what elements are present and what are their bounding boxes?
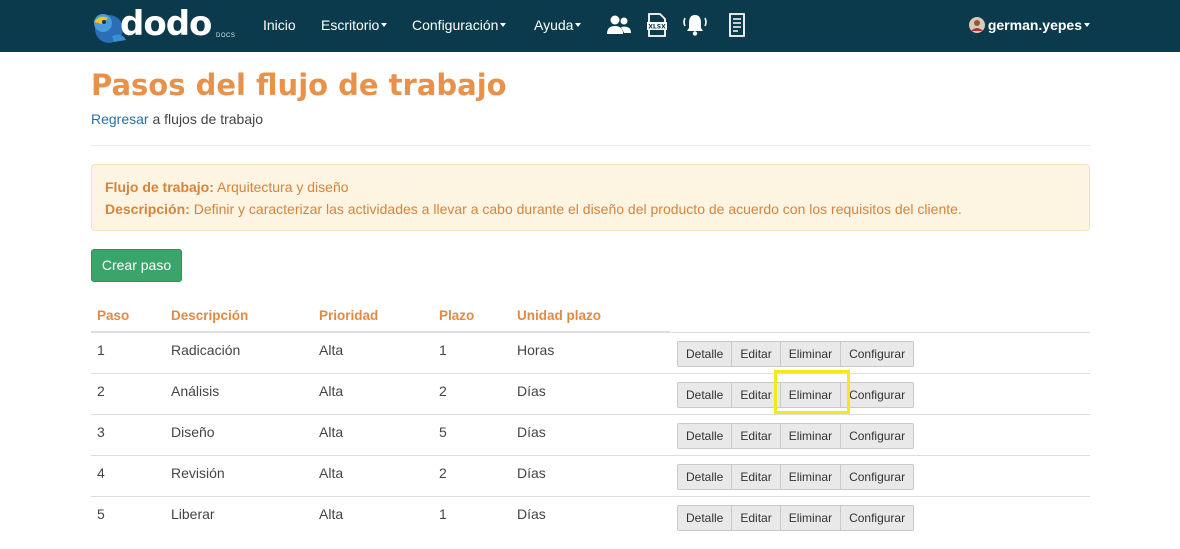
cell-plazo: 2 <box>439 383 447 399</box>
nav-ayuda[interactable]: Ayuda <box>534 0 582 52</box>
cell-paso: 4 <box>97 465 105 481</box>
header-paso: Paso <box>97 308 130 323</box>
back-line: Regresar a flujos de trabajo <box>91 111 263 127</box>
edit-button[interactable]: Editar <box>731 341 781 367</box>
detail-button[interactable]: Detalle <box>677 505 733 531</box>
workflow-info-box: Flujo de trabajo: Arquitectura y diseño … <box>91 164 1090 231</box>
cell-prioridad: Alta <box>319 424 344 440</box>
divider <box>91 145 1090 146</box>
edit-button[interactable]: Editar <box>731 505 781 531</box>
delete-button[interactable]: Eliminar <box>779 382 842 408</box>
cell-prioridad: Alta <box>319 465 344 481</box>
detail-button[interactable]: Detalle <box>677 382 733 408</box>
edit-button[interactable]: Editar <box>731 382 781 408</box>
cell-paso: 5 <box>97 506 105 522</box>
nav-inicio[interactable]: Inicio <box>263 0 296 52</box>
cell-unidad: Días <box>517 383 546 399</box>
detail-button[interactable]: Detalle <box>677 423 733 449</box>
cell-paso: 3 <box>97 424 105 440</box>
cell-descripcion: Radicación <box>171 342 241 358</box>
header-descripcion: Descripción <box>171 308 249 323</box>
configure-button[interactable]: Configurar <box>840 464 915 490</box>
workflow-label: Flujo de trabajo: <box>105 179 214 195</box>
chevron-down-icon <box>1084 23 1090 28</box>
delete-button[interactable]: Eliminar <box>779 505 842 531</box>
cell-prioridad: Alta <box>319 506 344 522</box>
cell-unidad: Días <box>517 506 546 522</box>
row-actions: Detalle Editar Eliminar Configurar <box>677 464 915 490</box>
cell-prioridad: Alta <box>319 342 344 358</box>
page-title: Pasos del flujo de trabajo <box>91 68 507 102</box>
table-row: 2 Análisis Alta 2 Días Detalle Editar Eliminar C… <box>91 373 1090 414</box>
row-actions: Detalle Editar Eliminar Configurar <box>677 341 915 367</box>
cell-plazo: 1 <box>439 342 447 358</box>
description-value: Definir y caracterizar las actividades a… <box>189 201 962 217</box>
header-prioridad: Prioridad <box>319 308 379 323</box>
workflow-line: Flujo de trabajo: Arquitectura y diseño <box>105 179 349 195</box>
configure-button[interactable]: Configurar <box>840 505 915 531</box>
edit-button[interactable]: Editar <box>731 464 781 490</box>
detail-button[interactable]: Detalle <box>677 341 733 367</box>
table-row: 4 Revisión Alta 2 Días Detalle Editar Eliminar C… <box>91 455 1090 496</box>
delete-button[interactable]: Eliminar <box>779 423 842 449</box>
chevron-down-icon <box>381 23 388 28</box>
configure-button[interactable]: Configurar <box>840 382 915 408</box>
cell-descripcion: Liberar <box>171 506 215 522</box>
cell-prioridad: Alta <box>319 383 344 399</box>
logo-subtext: DOCS <box>216 33 236 39</box>
header-unidad-plazo: Unidad plazo <box>517 308 601 323</box>
create-step-button[interactable]: Crear paso <box>91 249 182 282</box>
user-menu[interactable]: german.yepes <box>968 0 1090 52</box>
back-suffix: a flujos de trabajo <box>148 111 263 127</box>
back-link[interactable]: Regresar <box>91 111 149 127</box>
cell-paso: 1 <box>97 342 105 358</box>
nav-escritorio[interactable]: Escritorio <box>321 0 388 52</box>
configure-button[interactable]: Configurar <box>840 423 915 449</box>
nav-configuracion[interactable]: Configuración <box>412 0 507 52</box>
row-actions: Detalle Editar Eliminar Configurar <box>677 382 915 408</box>
cell-unidad: Días <box>517 465 546 481</box>
cell-plazo: 2 <box>439 465 447 481</box>
cell-descripcion: Revisión <box>171 465 225 481</box>
svg-text:XLSX: XLSX <box>648 24 666 31</box>
configure-button[interactable]: Configurar <box>840 341 915 367</box>
edit-button[interactable]: Editar <box>731 423 781 449</box>
cell-descripcion: Análisis <box>171 383 220 399</box>
cell-descripcion: Diseño <box>171 424 215 440</box>
cell-plazo: 1 <box>439 506 447 522</box>
cell-unidad: Horas <box>517 342 555 358</box>
user-avatar-icon <box>968 17 985 34</box>
table-row: 5 Liberar Alta 1 Días Detalle Editar Eliminar Co… <box>91 496 1090 537</box>
description-label: Descripción: <box>105 201 190 217</box>
cell-paso: 2 <box>97 383 105 399</box>
workflow-value: Arquitectura y diseño <box>213 179 349 195</box>
detail-button[interactable]: Detalle <box>677 464 733 490</box>
row-actions: Detalle Editar Eliminar Configurar <box>677 423 915 449</box>
cell-unidad: Días <box>517 424 546 440</box>
users-icon[interactable] <box>606 12 632 38</box>
logo-text: dodo <box>120 4 212 44</box>
description-line: Descripción: Definir y caracterizar las … <box>105 201 962 217</box>
chevron-down-icon <box>500 23 507 28</box>
row-actions: Detalle Editar Eliminar Configurar <box>677 505 915 531</box>
table-row: 1 Radicación Alta 1 Horas Detalle Editar Elimin… <box>91 332 1090 373</box>
header-plazo: Plazo <box>439 308 475 323</box>
delete-button[interactable]: Eliminar <box>779 464 842 490</box>
cell-plazo: 5 <box>439 424 447 440</box>
bell-alert-icon[interactable] <box>682 12 708 38</box>
chevron-down-icon <box>575 23 582 28</box>
table-row: 3 Diseño Alta 5 Días Detalle Editar Eliminar Con… <box>91 414 1090 455</box>
xlsx-file-icon[interactable]: XLSX <box>644 12 670 38</box>
username: german.yepes <box>987 17 1082 33</box>
top-navbar: dodo DOCS Inicio Escritorio Configuració… <box>0 0 1180 52</box>
document-list-icon[interactable] <box>724 12 750 38</box>
delete-button[interactable]: Eliminar <box>779 341 842 367</box>
